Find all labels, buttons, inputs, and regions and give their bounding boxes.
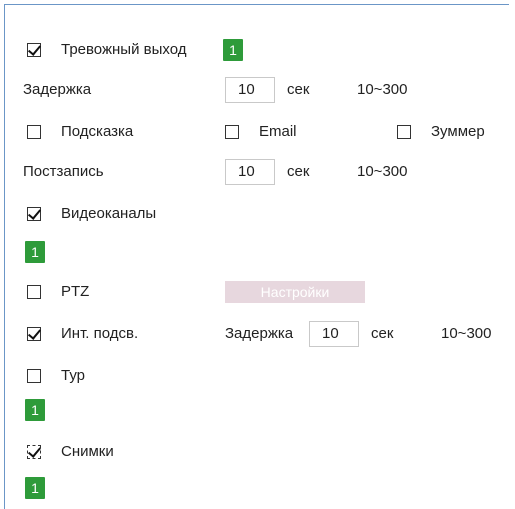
alarm-settings-panel: Тревожный выход 1 Задержка 10 сек 10~300… [4, 4, 509, 509]
delay-label: Задержка [23, 81, 92, 98]
delay-row: Задержка 10 сек 10~300 [5, 75, 509, 105]
ptz-label: PTZ [61, 283, 90, 300]
post-record-row: Постзапись 10 сек 10~300 [5, 157, 509, 187]
tour-row: Тур [5, 361, 509, 391]
notify-row: Подсказка Email Зуммер [5, 117, 509, 147]
tour-checkbox[interactable] [27, 369, 41, 383]
alarm-output-channel-badge[interactable]: 1 [223, 39, 243, 61]
video-channel-badge[interactable]: 1 [25, 241, 45, 263]
alarm-output-checkbox[interactable] [27, 42, 42, 57]
ptz-checkbox[interactable] [27, 285, 41, 299]
snapshots-label: Снимки [61, 443, 114, 460]
snapshots-checkbox[interactable] [27, 444, 42, 459]
ir-light-row: Инт. подсв. Задержка 10 сек 10~300 [5, 319, 509, 349]
alarm-output-row: Тревожный выход 1 [5, 35, 509, 65]
post-record-input[interactable]: 10 [225, 159, 275, 185]
ptz-row: PTZ Настройки [5, 277, 509, 307]
alarm-output-label: Тревожный выход [61, 41, 187, 58]
settings-button[interactable]: Настройки [225, 281, 365, 303]
delay-unit: сек [287, 81, 310, 98]
checkmark-icon [27, 326, 42, 340]
hint-label: Подсказка [61, 123, 134, 140]
video-channels-checkbox[interactable] [27, 206, 42, 221]
ir-delay-label: Задержка [225, 325, 294, 342]
delay-input[interactable]: 10 [225, 77, 275, 103]
buzzer-label: Зуммер [431, 123, 485, 140]
ir-delay-range: 10~300 [441, 325, 492, 342]
video-channels-label: Видеоканалы [61, 205, 157, 222]
tour-channel-badge[interactable]: 1 [25, 399, 45, 421]
ir-light-label: Инт. подсв. [61, 325, 139, 342]
buzzer-checkbox[interactable] [397, 125, 411, 139]
post-record-range: 10~300 [357, 163, 408, 180]
post-record-label: Постзапись [23, 163, 104, 180]
snapshots-channel-badge[interactable]: 1 [25, 477, 45, 499]
checkmark-icon [27, 42, 42, 56]
delay-range: 10~300 [357, 81, 408, 98]
ir-light-checkbox[interactable] [27, 326, 42, 341]
email-label: Email [259, 123, 297, 140]
ir-delay-unit: сек [371, 325, 394, 342]
email-checkbox[interactable] [225, 125, 239, 139]
snapshots-row: Снимки [5, 437, 509, 467]
checkmark-icon [27, 206, 42, 220]
checkmark-icon [27, 444, 42, 458]
video-channels-row: Видеоканалы [5, 199, 509, 229]
ir-delay-input[interactable]: 10 [309, 321, 359, 347]
tour-label: Тур [61, 367, 85, 384]
hint-checkbox[interactable] [27, 125, 41, 139]
post-record-unit: сек [287, 163, 310, 180]
